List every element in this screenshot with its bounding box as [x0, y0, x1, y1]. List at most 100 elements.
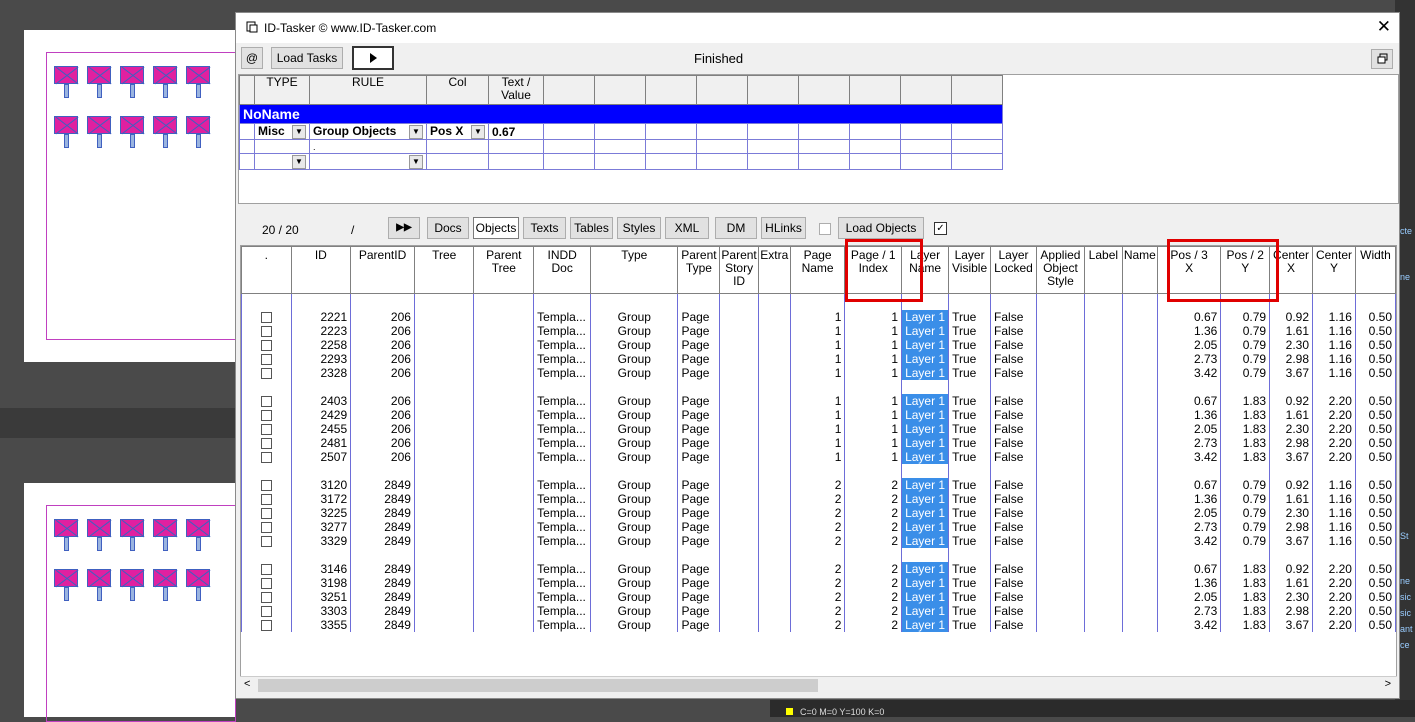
tab-dm[interactable]: DM: [715, 217, 757, 239]
rule-group-name[interactable]: NoName: [239, 104, 1003, 124]
table-row[interactable]: 3146 2849 Templa... Group Page 2 2 Layer 1 True F…: [241, 562, 1396, 576]
rule-cell[interactable]: [594, 123, 646, 140]
rule-cell[interactable]: [849, 123, 901, 140]
tab-hlinks[interactable]: HLinks: [761, 217, 806, 239]
column-header[interactable]: Width: [1354, 246, 1396, 294]
rule-cell[interactable]: [488, 139, 544, 154]
rule-cell[interactable]: [747, 123, 799, 140]
table-row[interactable]: 3277 2849 Templa... Group Page 2 2 Layer 1 True F…: [241, 520, 1396, 534]
rule-group-row[interactable]: NoName: [239, 104, 1003, 124]
column-header[interactable]: Parent Story ID: [719, 246, 759, 294]
table-row[interactable]: 2403 206 Templa... Group Page 1 1 Layer 1 True Fa…: [241, 394, 1396, 408]
row-checkbox[interactable]: [260, 396, 272, 408]
table-row[interactable]: 2481 206 Templa... Group Page 1 1 Layer 1 True Fa…: [241, 436, 1396, 450]
table-row[interactable]: 3172 2849 Templa... Group Page 2 2 Layer 1 True F…: [241, 492, 1396, 506]
load-tasks-button[interactable]: Load Tasks: [271, 47, 343, 69]
rule-cell[interactable]: [798, 153, 850, 170]
row-select-cell[interactable]: [241, 562, 292, 576]
row-select-cell[interactable]: [241, 422, 292, 436]
rule-cell[interactable]: [849, 153, 901, 170]
row-checkbox[interactable]: [260, 508, 272, 520]
row-checkbox[interactable]: [260, 480, 272, 492]
column-header[interactable]: Label: [1083, 246, 1123, 294]
dropdown-arrow-icon[interactable]: ▼: [292, 155, 306, 169]
table-row[interactable]: 2507 206 Templa... Group Page 1 1 Layer 1 True Fa…: [241, 450, 1396, 464]
rule-cell[interactable]: [488, 153, 544, 170]
table-row[interactable]: 2223 206 Templa... Group Page 1 1 Layer 1 True Fa…: [241, 324, 1396, 338]
rule-col-select[interactable]: Pos X ▼: [426, 123, 489, 140]
row-checkbox[interactable]: [260, 592, 272, 604]
column-header[interactable]: Layer Locked: [990, 246, 1037, 294]
row-select-cell[interactable]: [241, 352, 292, 366]
dropdown-arrow-icon[interactable]: ▼: [409, 155, 423, 169]
rule-value-cell[interactable]: 0.67: [488, 123, 544, 140]
row-checkbox[interactable]: [260, 452, 272, 464]
table-row[interactable]: 2328 206 Templa... Group Page 1 1 Layer 1 True Fa…: [241, 366, 1396, 380]
scroll-right-icon[interactable]: >: [1385, 678, 1391, 690]
scroll-thumb[interactable]: [258, 679, 818, 692]
restore-button[interactable]: [1371, 49, 1393, 69]
row-checkbox[interactable]: [260, 606, 272, 618]
row-checkbox[interactable]: [260, 494, 272, 506]
row-select-cell[interactable]: [241, 436, 292, 450]
row-checkbox[interactable]: [260, 536, 272, 548]
rule-rule-select[interactable]: Group Objects ▼: [309, 123, 427, 140]
table-row[interactable]: 3198 2849 Templa... Group Page 2 2 Layer 1 True F…: [241, 576, 1396, 590]
row-checkbox[interactable]: [260, 340, 272, 352]
row-checkbox[interactable]: [260, 410, 272, 422]
row-checkbox[interactable]: [260, 326, 272, 338]
rule-cell[interactable]: [645, 153, 697, 170]
column-header[interactable]: ParentID: [350, 246, 415, 294]
rule-cell[interactable]: [951, 153, 1003, 170]
column-header[interactable]: Tree: [413, 246, 475, 294]
rule-cell[interactable]: [594, 139, 646, 154]
row-select-cell[interactable]: [241, 478, 292, 492]
row-select-cell[interactable]: [241, 310, 292, 324]
tab-xml[interactable]: XML: [665, 217, 709, 239]
row-checkbox[interactable]: [260, 620, 272, 632]
dropdown-arrow-icon[interactable]: ▼: [292, 125, 306, 139]
rule-cell[interactable]: [900, 123, 952, 140]
table-row[interactable]: 2221 206 Templa... Group Page 1 1 Layer 1 True Fa…: [241, 310, 1396, 324]
column-header[interactable]: INDD Doc: [533, 246, 592, 294]
select-all-checkbox[interactable]: [819, 223, 831, 235]
table-row[interactable]: 3329 2849 Templa... Group Page 2 2 Layer 1 True F…: [241, 534, 1396, 548]
scroll-left-icon[interactable]: <: [244, 678, 250, 690]
rule-cell[interactable]: [696, 123, 748, 140]
new-rule-select[interactable]: ▼: [309, 153, 427, 170]
rule-cell[interactable]: [747, 153, 799, 170]
row-select-cell[interactable]: [241, 366, 292, 380]
column-header[interactable]: Parent Tree: [473, 246, 535, 294]
rule-cell[interactable]: [849, 139, 901, 154]
row-checkbox[interactable]: [260, 368, 272, 380]
row-checkbox[interactable]: [260, 312, 272, 324]
table-row[interactable]: 3251 2849 Templa... Group Page 2 2 Layer 1 True F…: [241, 590, 1396, 604]
option-checkbox[interactable]: ✓: [934, 222, 947, 235]
row-select-cell[interactable]: [241, 324, 292, 338]
column-header[interactable]: Applied Object Style: [1035, 246, 1085, 294]
row-checkbox[interactable]: [260, 522, 272, 534]
tab-texts[interactable]: Texts: [523, 217, 566, 239]
table-row[interactable]: 2429 206 Templa... Group Page 1 1 Layer 1 True Fa…: [241, 408, 1396, 422]
table-row[interactable]: 3303 2849 Templa... Group Page 2 2 Layer 1 True F…: [241, 604, 1396, 618]
tab-docs[interactable]: Docs: [427, 217, 469, 239]
row-select-cell[interactable]: [241, 450, 292, 464]
tab-tables[interactable]: Tables: [570, 217, 613, 239]
rule-cell[interactable]: [798, 123, 850, 140]
column-header[interactable]: Layer Visible: [948, 246, 992, 294]
rule-cell[interactable]: [543, 139, 595, 154]
rule-cell[interactable]: [951, 123, 1003, 140]
column-header[interactable]: Parent Type: [677, 246, 721, 294]
row-select-cell[interactable]: [241, 618, 292, 632]
table-row[interactable]: 3120 2849 Templa... Group Page 2 2 Layer 1 True F…: [241, 478, 1396, 492]
table-row[interactable]: 3225 2849 Templa... Group Page 2 2 Layer 1 True F…: [241, 506, 1396, 520]
run-button[interactable]: [352, 46, 394, 70]
rule-cell[interactable]: [798, 139, 850, 154]
rule-cell[interactable]: [645, 139, 697, 154]
rule-cell[interactable]: [951, 139, 1003, 154]
rule-cell[interactable]: [696, 139, 748, 154]
table-row[interactable]: 2258 206 Templa... Group Page 1 1 Layer 1 True Fa…: [241, 338, 1396, 352]
row-select-cell[interactable]: [241, 604, 292, 618]
column-header[interactable]: Center Y: [1312, 246, 1356, 294]
row-select-cell[interactable]: [241, 590, 292, 604]
